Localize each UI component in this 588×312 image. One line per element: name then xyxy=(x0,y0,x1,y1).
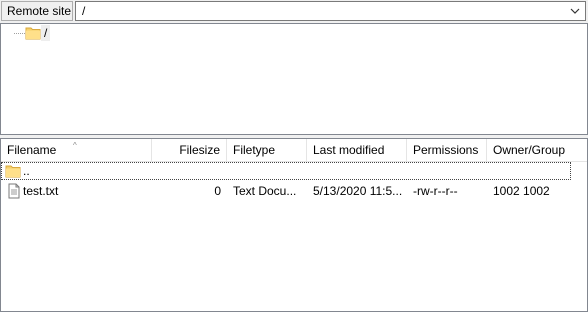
file-list-header: Filename ^ Filesize Filetype Last modifi… xyxy=(1,139,587,162)
chevron-down-icon[interactable] xyxy=(567,2,583,20)
parent-directory-label: .. xyxy=(23,164,30,178)
file-size: 0 xyxy=(214,184,221,198)
column-header-owner-group-label: Owner/Group xyxy=(493,143,566,157)
column-header-last-modified[interactable]: Last modified xyxy=(307,139,407,161)
column-header-filesize[interactable]: Filesize xyxy=(152,139,227,161)
column-header-last-modified-label: Last modified xyxy=(313,143,385,157)
remote-site-label: Remote site: xyxy=(1,1,73,21)
file-last-modified: 5/13/2020 11:5... xyxy=(313,184,403,198)
column-header-owner-group[interactable]: Owner/Group xyxy=(487,139,587,161)
file-permissions: -rw-r--r-- xyxy=(413,184,458,198)
tree-item-root[interactable]: / xyxy=(41,25,51,41)
column-header-filename-label: Filename xyxy=(7,143,57,157)
folder-icon[interactable] xyxy=(25,26,41,40)
file-name: test.txt xyxy=(23,184,59,198)
tree-connector xyxy=(14,33,25,34)
column-header-filesize-label: Filesize xyxy=(179,143,220,157)
remote-path-value[interactable]: / xyxy=(82,2,85,20)
remote-site-bar: Remote site: / xyxy=(0,0,588,23)
column-header-filetype[interactable]: Filetype xyxy=(227,139,307,161)
remote-path-combobox[interactable]: / xyxy=(75,1,586,21)
list-item-parent-directory[interactable]: .. xyxy=(1,162,571,180)
file-owner-group: 1002 1002 xyxy=(493,184,550,198)
remote-directory-tree[interactable]: / xyxy=(0,23,588,135)
sort-ascending-icon: ^ xyxy=(73,141,77,150)
file-type: Text Docu... xyxy=(233,184,297,198)
column-header-filename[interactable]: Filename ^ xyxy=(1,139,152,161)
folder-icon xyxy=(5,163,21,179)
table-row[interactable]: test.txt 0 Text Docu... 5/13/2020 11:5..… xyxy=(1,182,587,200)
column-header-permissions[interactable]: Permissions xyxy=(407,139,487,161)
column-header-permissions-label: Permissions xyxy=(413,143,479,157)
remote-file-list[interactable]: Filename ^ Filesize Filetype Last modifi… xyxy=(0,138,588,312)
text-file-icon xyxy=(6,183,22,199)
column-header-filetype-label: Filetype xyxy=(233,143,276,157)
